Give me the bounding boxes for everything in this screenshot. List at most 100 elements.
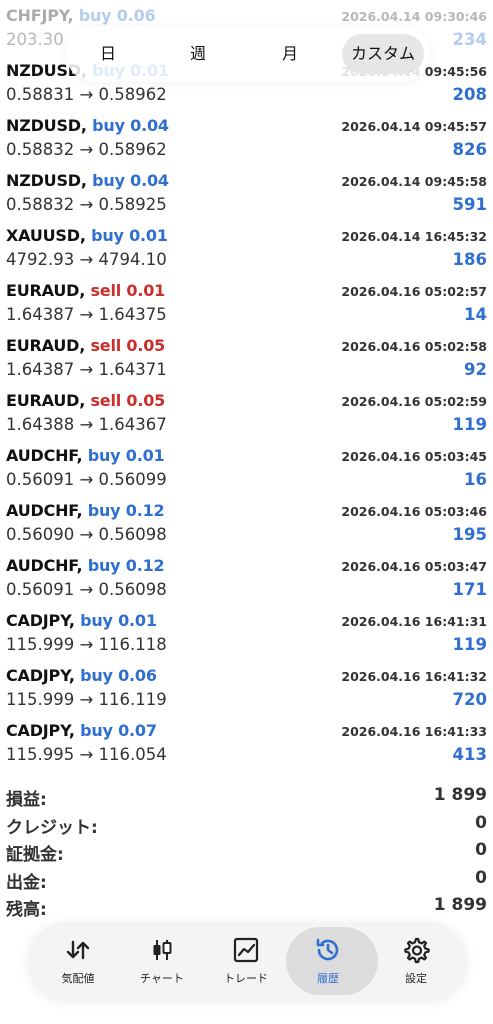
trade-symbol: CADJPY, buy 0.07 (6, 721, 157, 740)
trade-symbol: AUDCHF, buy 0.12 (6, 501, 165, 520)
trade-prices: 115.995 → 116.054 (6, 745, 167, 764)
trade-row[interactable]: AUDCHF, buy 0.12 2026.04.16 05:03:46 0.560… (0, 495, 493, 550)
trade-datetime: 2026.04.16 16:41:32 (341, 669, 487, 684)
trade-datetime: 2026.04.16 05:02:59 (341, 394, 487, 409)
trade-profit: 591 (452, 195, 487, 214)
trade-symbol: AUDCHF, buy 0.12 (6, 556, 165, 575)
history-clock-icon (286, 936, 370, 964)
trade-row[interactable]: AUDCHF, buy 0.12 2026.04.16 05:03:47 0.560… (0, 550, 493, 605)
trade-row[interactable]: NZDUSD, buy 0.04 2026.04.14 09:45:57 0.588… (0, 110, 493, 165)
trade-profit: 119 (452, 415, 487, 434)
deposit-value: 0 (475, 840, 487, 860)
trade-row[interactable]: EURAUD, sell 0.05 2026.04.16 05:02:59 1.64… (0, 385, 493, 440)
summary-row-profit: 損益: 1 899 (0, 783, 493, 811)
trade-prices: 1.64388 → 1.64367 (6, 415, 167, 434)
trade-side-volume: buy 0.01 (91, 226, 168, 245)
trade-row[interactable]: NZDUSD, buy 0.04 2026.04.14 09:45:58 0.588… (0, 165, 493, 220)
summary-row-deposit: 証拠金: 0 (0, 838, 493, 866)
trade-profit: 826 (452, 140, 487, 159)
trade-datetime: 2026.04.14 16:45:32 (341, 229, 487, 244)
trade-prices: 0.56090 → 0.56098 (6, 525, 167, 544)
summary-row-withdrawal: 出金: 0 (0, 866, 493, 894)
trade-side-volume: buy 0.04 (92, 116, 169, 135)
credit-value: 0 (475, 812, 487, 833)
trade-datetime: 2026.04.16 16:41:33 (341, 724, 487, 739)
trade-datetime: 2026.04.14 09:45:57 (341, 119, 487, 134)
trade-prices: 203.30 (6, 30, 64, 49)
credit-label: クレジット: (6, 817, 98, 838)
trade-side-volume: buy 0.06 (78, 6, 156, 25)
period-month-button[interactable]: 月 (254, 34, 326, 74)
trade-profit: 16 (464, 470, 487, 489)
trade-datetime: 2026.04.16 05:03:46 (341, 504, 487, 519)
trade-row[interactable]: CADJPY, buy 0.01 2026.04.16 16:41:31 115.9… (0, 605, 493, 660)
trade-row[interactable]: XAUUSD, buy 0.01 2026.04.14 16:45:32 4792.… (0, 220, 493, 275)
nav-label-quotes: 気配値 (61, 972, 95, 985)
trade-symbol: EURAUD, sell 0.01 (6, 281, 166, 300)
trade-row[interactable]: EURAUD, sell 0.01 2026.04.16 05:02:57 1.64… (0, 275, 493, 330)
trade-side-volume: sell 0.05 (90, 391, 166, 410)
balance-value: 1 899 (433, 895, 487, 915)
trade-row[interactable]: AUDCHF, buy 0.01 2026.04.16 05:03:45 0.560… (0, 440, 493, 495)
nav-item-quotes[interactable]: 気配値 (36, 922, 120, 1000)
trade-side-volume: buy 0.04 (92, 171, 169, 190)
nav-label-chart: チャート (140, 972, 184, 985)
trend-chart-icon (204, 936, 288, 964)
trade-prices: 0.58831 → 0.58962 (6, 85, 167, 104)
trade-symbol: CADJPY, buy 0.01 (6, 611, 157, 630)
candlestick-icon (120, 936, 204, 964)
trade-side-volume: buy 0.01 (80, 611, 157, 630)
period-day-button[interactable]: 日 (72, 34, 144, 74)
profit-label: 損益: (6, 790, 47, 810)
trade-side-volume: buy 0.12 (87, 501, 165, 520)
nav-item-settings[interactable]: 設定 (374, 922, 458, 1000)
profit-value: 1 899 (433, 785, 487, 805)
trade-side-volume: buy 0.06 (80, 666, 157, 685)
trade-symbol: EURAUD, sell 0.05 (6, 391, 166, 410)
period-custom-button[interactable]: カスタム (342, 34, 424, 74)
trade-history-list: CHFJPY, buy 0.06 2026.04.14 09:30:46 203.3… (0, 0, 493, 770)
trade-prices: 4792.93 → 4794.10 (6, 250, 167, 269)
trade-side-volume: buy 0.07 (80, 721, 157, 740)
trade-symbol: NZDUSD, buy 0.04 (6, 171, 169, 190)
trade-side-volume: buy 0.01 (87, 446, 165, 465)
trade-profit: 720 (452, 690, 487, 709)
trade-prices: 0.58832 → 0.58925 (6, 195, 167, 214)
summary-row-credit: クレジット: 0 (0, 811, 493, 839)
deposit-label: 証拠金: (6, 845, 64, 865)
summary-row-balance: 残高: 1 899 (0, 893, 493, 921)
trade-profit: 14 (464, 305, 487, 324)
trade-row[interactable]: CADJPY, buy 0.06 2026.04.16 16:41:32 115.9… (0, 660, 493, 715)
trade-row[interactable]: EURAUD, sell 0.05 2026.04.16 05:02:58 1.64… (0, 330, 493, 385)
trade-symbol: CADJPY, buy 0.06 (6, 666, 157, 685)
trade-prices: 0.58832 → 0.58962 (6, 140, 167, 159)
withdrawal-value: 0 (475, 867, 487, 888)
trade-symbol: XAUUSD, buy 0.01 (6, 226, 168, 245)
nav-label-trade: トレード (224, 972, 268, 985)
nav-item-trade[interactable]: トレード (204, 922, 288, 1000)
trade-profit: 119 (452, 635, 487, 654)
trade-datetime: 2026.04.14 09:45:58 (341, 174, 487, 189)
trade-profit: 92 (464, 360, 487, 379)
trade-side-volume: sell 0.05 (90, 336, 166, 355)
trade-profit: 186 (452, 250, 487, 269)
period-selector: 日 週 月 カスタム (66, 26, 430, 82)
period-week-button[interactable]: 週 (162, 34, 234, 74)
trade-side-volume: buy 0.12 (87, 556, 165, 575)
trade-prices: 0.56091 → 0.56099 (6, 470, 167, 489)
nav-item-history[interactable]: 履歴 (286, 922, 378, 1000)
nav-item-chart[interactable]: チャート (120, 922, 204, 1000)
account-summary: 損益: 1 899 クレジット: 0 証拠金: 0 出金: 0 残高: 1 89… (0, 783, 493, 921)
trade-profit: 234 (452, 30, 487, 49)
balance-label: 残高: (6, 900, 47, 920)
trade-side-volume: sell 0.01 (90, 281, 166, 300)
gear-icon (374, 936, 458, 964)
trade-prices: 1.64387 → 1.64371 (6, 360, 167, 379)
trade-datetime: 2026.04.16 05:02:58 (341, 339, 487, 354)
trade-datetime: 2026.04.14 09:30:46 (341, 9, 487, 24)
trade-datetime: 2026.04.16 05:02:57 (341, 284, 487, 299)
trade-row[interactable]: CADJPY, buy 0.07 2026.04.16 16:41:33 115.9… (0, 715, 493, 770)
trade-prices: 0.56091 → 0.56098 (6, 580, 167, 599)
trade-symbol: NZDUSD, buy 0.04 (6, 116, 169, 135)
trade-profit: 195 (452, 525, 487, 544)
